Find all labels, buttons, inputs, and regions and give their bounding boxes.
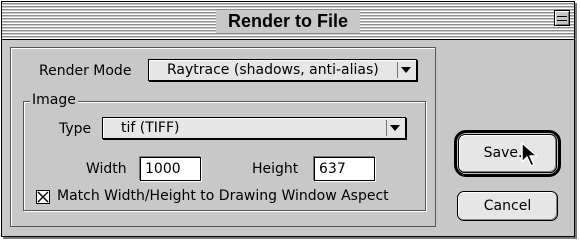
image-group: Image Type tif (TIFF) Width 1000 Height … — [23, 92, 426, 211]
window-title: Render to File — [215, 10, 361, 33]
width-field[interactable]: 1000 — [140, 157, 201, 181]
chevron-down-icon — [386, 120, 403, 136]
match-aspect-label: Match Width/Height to Drawing Window Asp… — [57, 188, 389, 204]
arrow-cursor-icon — [521, 142, 538, 167]
type-value: tif (TIFF) — [121, 120, 180, 136]
collapse-box-icon[interactable] — [554, 10, 570, 26]
width-label: Width — [86, 161, 127, 177]
render-mode-label: Render Mode — [39, 63, 132, 79]
x-check-icon — [37, 191, 49, 203]
height-label: Height — [252, 161, 299, 177]
type-label: Type — [59, 121, 92, 137]
dialog-content-panel: Render Mode Raytrace (shadows, anti-alia… — [10, 47, 436, 227]
type-select[interactable]: tif (TIFF) — [102, 117, 406, 139]
render-to-file-dialog: Render to File Render Mode Raytrace (sha… — [1, 1, 575, 237]
title-bar[interactable]: Render to File — [2, 2, 574, 40]
image-group-title: Image — [30, 92, 78, 108]
cancel-button[interactable]: Cancel — [457, 191, 558, 221]
chevron-down-icon — [397, 62, 414, 78]
render-mode-select[interactable]: Raytrace (shadows, anti-alias) — [148, 59, 417, 81]
render-mode-value: Raytrace (shadows, anti-alias) — [167, 62, 379, 78]
height-field[interactable]: 637 — [314, 157, 375, 181]
match-aspect-checkbox[interactable] — [36, 190, 50, 204]
